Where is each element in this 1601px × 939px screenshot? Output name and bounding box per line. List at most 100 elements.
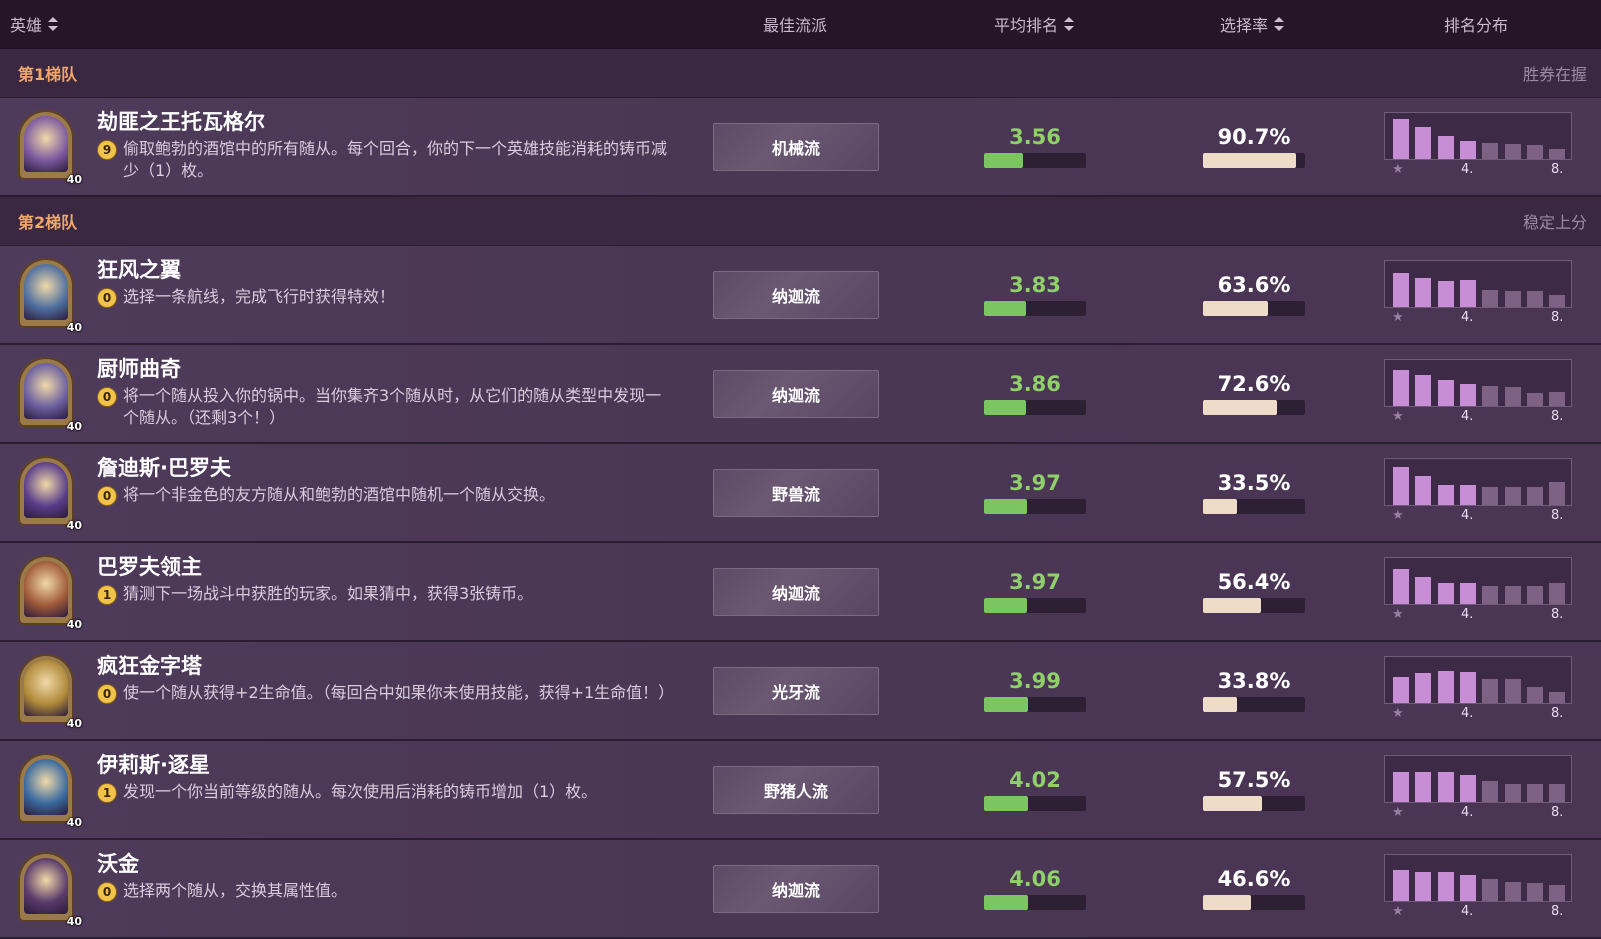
hero-row[interactable]: 40 巴罗夫领主 1 猜测下一场战斗中获胜的玩家。如果猜中，获得3张铸币。 纳迦… <box>0 543 1601 642</box>
rank-5-bar <box>1482 487 1499 505</box>
hero-name[interactable]: 疯狂金字塔 <box>97 652 667 680</box>
rank-distribution[interactable]: ★ 4. 8. <box>1384 755 1574 825</box>
hero-row[interactable]: 40 劫匪之王托瓦格尔 9 偷取鲍勃的酒馆中的所有随从。每个回合，你的下一个英雄… <box>0 98 1601 197</box>
header-best-comp: 最佳流派 <box>763 12 827 36</box>
hero-row[interactable]: 40 伊莉斯·逐星 1 发现一个你当前等级的随从。每次使用后消耗的铸币增加（1）… <box>0 741 1601 840</box>
pick-rate: 72.6% <box>1202 372 1306 415</box>
best-comp-button[interactable]: 野猪人流 <box>713 765 879 814</box>
hero-portrait[interactable]: 40 <box>18 654 82 730</box>
rank-8-bar <box>1549 784 1566 802</box>
hero-level: 40 <box>66 915 82 928</box>
avg-rank-bar <box>984 301 1086 316</box>
best-comp-button[interactable]: 纳迦流 <box>713 369 879 418</box>
hero-row[interactable]: 40 厨师曲奇 0 将一个随从投入你的锅中。当你集齐3个随从时，从它们的随从类型… <box>0 345 1601 444</box>
hero-name[interactable]: 詹迪斯·巴罗夫 <box>97 454 667 482</box>
hero-level: 40 <box>66 816 82 829</box>
pick-rate-value: 57.5% <box>1217 768 1291 792</box>
rank-8-bar <box>1549 149 1566 159</box>
portrait-image <box>24 759 68 815</box>
pick-rate-bar-fill <box>1203 598 1261 613</box>
best-comp-button[interactable]: 机械流 <box>713 122 879 171</box>
coin-cost-icon: 1 <box>97 585 117 605</box>
hero-name[interactable]: 沃金 <box>97 850 667 878</box>
star-icon: ★ <box>1392 706 1404 721</box>
pick-rate: 63.6% <box>1202 273 1306 316</box>
rank-label-8: 8. <box>1551 904 1564 919</box>
rank-1-bar <box>1393 272 1409 307</box>
hero-portrait[interactable]: 40 <box>18 110 82 186</box>
hero-name[interactable]: 狂风之翼 <box>97 256 667 284</box>
sort-icon[interactable] <box>1274 17 1285 31</box>
hero-name[interactable]: 劫匪之王托瓦格尔 <box>97 108 667 136</box>
rank-distribution[interactable]: ★ 4. 8. <box>1384 260 1574 330</box>
rank-3-bar <box>1437 281 1454 307</box>
tier-desc: 胜券在握 <box>1522 65 1587 84</box>
avg-rank-bar-fill <box>984 499 1027 514</box>
hero-portrait[interactable]: 40 <box>18 357 82 433</box>
rank-distribution[interactable]: ★ 4. 8. <box>1384 359 1574 429</box>
hero-row[interactable]: 40 狂风之翼 0 选择一条航线，完成飞行时获得特效！ 纳迦流 3.83 63.… <box>0 246 1601 345</box>
avg-rank-value: 3.56 <box>1009 125 1061 149</box>
rank-distribution[interactable]: ★ 4. 8. <box>1384 854 1574 924</box>
pick-rate-value: 46.6% <box>1217 867 1291 891</box>
avg-rank-bar <box>984 598 1086 613</box>
best-comp-button[interactable]: 纳迦流 <box>713 567 879 616</box>
hero-portrait[interactable]: 40 <box>18 753 82 829</box>
hero-portrait[interactable]: 40 <box>18 555 82 631</box>
rank-6-bar <box>1504 487 1521 505</box>
hero-name[interactable]: 巴罗夫领主 <box>97 553 667 581</box>
hero-portrait[interactable]: 40 <box>18 456 82 532</box>
header-rank-dist-label: 排名分布 <box>1444 16 1509 35</box>
header-rank-dist: 排名分布 <box>1444 12 1508 36</box>
hero-info: 巴罗夫领主 1 猜测下一场战斗中获胜的玩家。如果猜中，获得3张铸币。 <box>97 553 667 605</box>
best-comp-button[interactable]: 野兽流 <box>713 468 879 517</box>
hero-list: 第1梯队 胜券在握 40 劫匪之王托瓦格尔 9 偷取鲍勃的酒馆中的所有随从。每个… <box>0 49 1601 939</box>
hero-row[interactable]: 40 疯狂金字塔 0 使一个随从获得+2生命值。（每回合中如果你未使用技能，获得… <box>0 642 1601 741</box>
tier-desc: 稳定上分 <box>1522 213 1587 232</box>
rank-distribution-chart <box>1384 854 1572 902</box>
header-avg-rank[interactable]: 平均排名 <box>994 12 1075 36</box>
avg-rank-value: 4.02 <box>1009 768 1061 792</box>
rank-7-bar <box>1526 784 1543 802</box>
rank-4-bar <box>1459 484 1476 505</box>
sort-icon[interactable] <box>1064 17 1075 31</box>
pick-rate: 46.6% <box>1202 867 1306 910</box>
rank-distribution[interactable]: ★ 4. 8. <box>1384 458 1574 528</box>
rank-3-bar <box>1437 136 1454 159</box>
hero-portrait[interactable]: 40 <box>18 258 82 334</box>
rank-distribution[interactable]: ★ 4. 8. <box>1384 557 1574 627</box>
rank-2-bar <box>1415 127 1432 159</box>
portrait-image <box>24 116 68 172</box>
rank-6-bar <box>1504 386 1521 406</box>
pick-rate-bar <box>1203 895 1305 910</box>
hero-row[interactable]: 40 詹迪斯·巴罗夫 0 将一个非金色的友方随从和鲍勃的酒馆中随机一个随从交换。… <box>0 444 1601 543</box>
star-icon: ★ <box>1392 805 1404 820</box>
hero-power-text: 将一个随从投入你的锅中。当你集齐3个随从时，从它们的随从类型中发现一个随从。（还… <box>123 386 662 427</box>
portrait-image <box>24 363 68 419</box>
best-comp-button[interactable]: 纳迦流 <box>713 864 879 913</box>
rank-5-bar <box>1482 143 1499 159</box>
sort-icon[interactable] <box>48 17 59 31</box>
tier-name: 第1梯队 <box>18 65 78 84</box>
hero-name[interactable]: 厨师曲奇 <box>97 355 667 383</box>
rank-2-bar <box>1415 871 1432 901</box>
rank-distribution[interactable]: ★ 4. 8. <box>1384 112 1574 182</box>
best-comp-button[interactable]: 纳迦流 <box>713 270 879 319</box>
pick-rate-bar <box>1203 400 1305 415</box>
avg-rank-bar <box>984 796 1086 811</box>
pick-rate-value: 72.6% <box>1217 372 1291 396</box>
rank-distribution[interactable]: ★ 4. 8. <box>1384 656 1574 726</box>
hero-name[interactable]: 伊莉斯·逐星 <box>97 751 667 779</box>
hero-portrait[interactable]: 40 <box>18 852 82 928</box>
header-pick-rate[interactable]: 选择率 <box>1220 12 1285 36</box>
best-comp-button[interactable]: 光牙流 <box>713 666 879 715</box>
header-hero-label: 英雄 <box>10 16 43 35</box>
rank-8-bar <box>1549 885 1566 901</box>
rank-5-bar <box>1482 679 1499 703</box>
avg-rank: 3.83 <box>983 273 1087 316</box>
avg-rank-bar <box>984 895 1086 910</box>
rank-5-bar <box>1482 585 1499 604</box>
hero-row[interactable]: 40 沃金 0 选择两个随从，交换其属性值。 纳迦流 4.06 46.6% ★ … <box>0 840 1601 939</box>
header-hero[interactable]: 英雄 <box>10 12 730 36</box>
hero-power-text: 发现一个你当前等级的随从。每次使用后消耗的铸币增加（1）枚。 <box>123 782 598 801</box>
